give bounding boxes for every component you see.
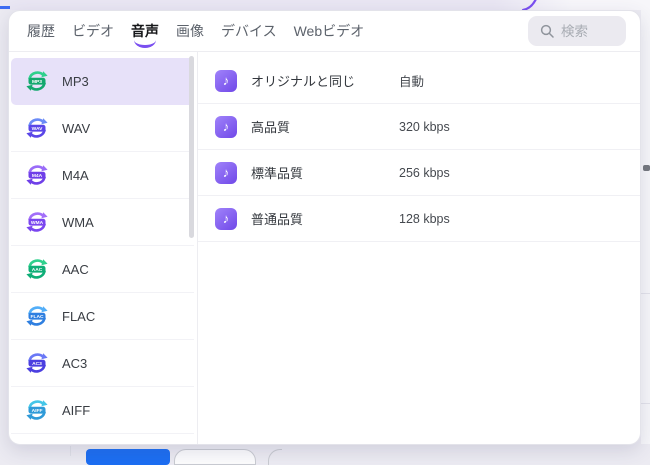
svg-text:WMA: WMA	[31, 220, 44, 226]
format-label: MP3	[62, 73, 89, 89]
scrollbar-thumb[interactable]	[189, 56, 194, 238]
aiff-format-icon: AIFF	[26, 400, 48, 420]
quality-label: 標準品質	[251, 166, 304, 181]
sidebar-item-aac[interactable]: AAC AAC	[11, 246, 194, 293]
svg-text:AIFF: AIFF	[32, 408, 43, 414]
tab-audio[interactable]: 音声	[130, 11, 160, 51]
flac-format-icon: FLAC	[26, 306, 48, 326]
sidebar-item-wav[interactable]: WAV WAV	[11, 105, 194, 152]
tab-label: 音声	[131, 23, 159, 39]
tab-webvideo[interactable]: Webビデオ	[293, 11, 366, 51]
format-label: AIFF	[62, 402, 91, 418]
tab-label: 履歴	[27, 23, 55, 39]
background-right-edge	[641, 10, 650, 444]
background-purple-arc-decoration	[521, 0, 537, 10]
quality-row-high[interactable]: ♪ 高品質 320 kbps	[198, 104, 640, 150]
quality-label: オリジナルと同じ	[251, 74, 356, 89]
format-label: M4A	[62, 167, 89, 183]
format-label: AAC	[62, 261, 89, 277]
svg-text:M4A: M4A	[32, 173, 43, 179]
format-label: AC3	[62, 355, 88, 371]
quality-row-original[interactable]: ♪ オリジナルと同じ 自動	[198, 58, 640, 104]
quality-row-normal[interactable]: ♪ 普通品質 128 kbps	[198, 196, 640, 242]
quality-bitrate-value: 256 kbps	[399, 165, 450, 180]
quality-label: 高品質	[251, 120, 291, 135]
wav-format-icon: WAV	[26, 118, 48, 138]
music-note-icon: ♪	[215, 207, 237, 230]
background-window-strip	[0, 0, 650, 10]
format-picker-panel: 履歴 ビデオ 音声 画像 デバイス Webビデオ MP3 MP3	[8, 10, 641, 445]
music-note-icon: ♪	[215, 115, 237, 138]
search-box[interactable]	[528, 16, 626, 46]
tab-history[interactable]: 履歴	[26, 11, 56, 51]
tab-label: Webビデオ	[293, 23, 365, 39]
format-label: FLAC	[62, 308, 96, 324]
format-list: MP3 MP3 WAV WAV M4A M4A WMA WMA AAC AAC …	[9, 52, 198, 444]
background-cropped-button-edge	[268, 449, 282, 465]
music-note-icon: ♪	[215, 69, 237, 92]
search-input[interactable]	[561, 23, 623, 39]
tab-label: ビデオ	[72, 23, 114, 39]
tab-image[interactable]: 画像	[175, 11, 205, 51]
tab-label: 画像	[176, 23, 204, 39]
quality-row-standard[interactable]: ♪ 標準品質 256 kbps	[198, 150, 640, 196]
music-note-icon: ♪	[215, 161, 237, 184]
tab-device[interactable]: デバイス	[220, 11, 278, 51]
quality-list: ♪ オリジナルと同じ 自動 ♪ 高品質 320 kbps ♪ 標準品質 256 …	[198, 52, 640, 444]
tab-label: デバイス	[221, 23, 277, 39]
m4a-format-icon: M4A	[26, 165, 48, 185]
svg-text:FLAC: FLAC	[30, 314, 44, 320]
format-label: WAV	[62, 120, 91, 136]
panel-body: MP3 MP3 WAV WAV M4A M4A WMA WMA AAC AAC …	[9, 52, 640, 444]
ac3-format-icon: AC3	[26, 353, 48, 373]
svg-text:AC3: AC3	[32, 361, 42, 367]
aac-format-icon: AAC	[26, 259, 48, 279]
divider	[641, 293, 650, 294]
background-convert-button[interactable]	[86, 449, 170, 465]
svg-text:MP3: MP3	[32, 79, 42, 85]
mp3-format-icon: MP3	[26, 71, 48, 91]
sidebar-item-m4a[interactable]: M4A M4A	[11, 152, 194, 199]
format-label: WMA	[62, 214, 94, 230]
quality-bitrate-value: 128 kbps	[399, 211, 450, 226]
divider	[641, 403, 650, 404]
sidebar-item-aiff[interactable]: AIFF AIFF	[11, 387, 194, 434]
svg-text:AAC: AAC	[32, 267, 43, 273]
svg-text:WAV: WAV	[32, 126, 44, 132]
quality-bitrate-value: 320 kbps	[399, 119, 450, 134]
sidebar-item-flac[interactable]: FLAC FLAC	[11, 293, 194, 340]
quality-bitrate-value: 自動	[399, 75, 425, 89]
sidebar-item-ac3[interactable]: AC3 AC3	[11, 340, 194, 387]
background-cropped-element	[643, 165, 650, 171]
sidebar-item-wma[interactable]: WMA WMA	[11, 199, 194, 246]
background-secondary-button[interactable]	[174, 449, 256, 465]
sidebar-item-mp3[interactable]: MP3 MP3	[11, 58, 194, 105]
quality-label: 普通品質	[251, 212, 304, 227]
wma-format-icon: WMA	[26, 212, 48, 232]
category-tab-bar: 履歴 ビデオ 音声 画像 デバイス Webビデオ	[9, 11, 640, 52]
search-icon	[540, 24, 554, 38]
background-blue-accent	[0, 6, 10, 9]
tab-video[interactable]: ビデオ	[71, 11, 115, 51]
divider	[70, 446, 71, 456]
